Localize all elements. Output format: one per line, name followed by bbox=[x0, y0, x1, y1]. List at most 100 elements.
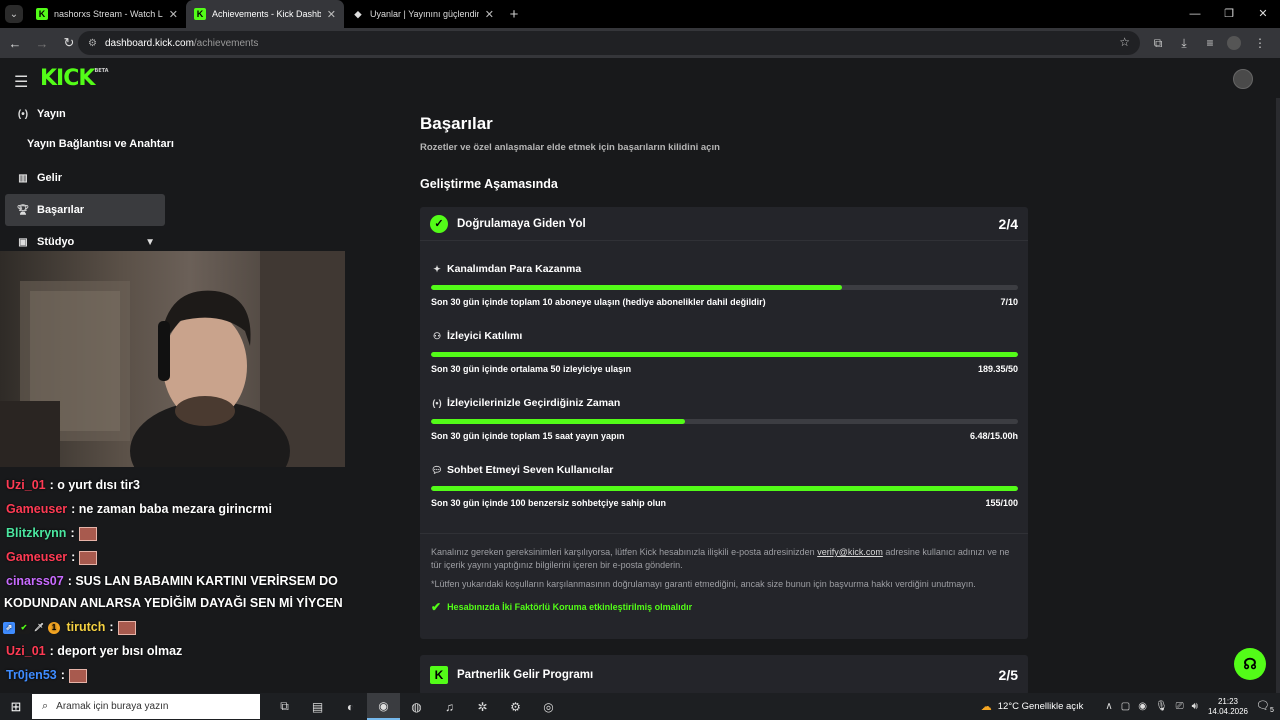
taskbar-search-input[interactable]: ⌕ Aramak için buraya yazın bbox=[32, 694, 260, 719]
chat-username: Gameuser bbox=[6, 502, 68, 516]
tab-uyanlar[interactable]: ◆ Uyanlar | Yayınını güçlendirmek ✕ bbox=[344, 0, 502, 28]
download-icon[interactable]: ⤓ bbox=[1172, 36, 1196, 51]
kick-favicon-icon: K bbox=[194, 8, 206, 20]
clock-date: 14.04.2026 bbox=[1207, 706, 1248, 716]
extensions-icon[interactable]: ⧉ bbox=[1146, 36, 1170, 51]
card-header[interactable]: ✓ Doğrulamaya Giden Yol 2/4 bbox=[420, 207, 1028, 241]
profile-avatar[interactable] bbox=[1227, 36, 1241, 50]
sidebar-item-label: Yayın bbox=[37, 108, 66, 120]
signal-icon: (•) bbox=[432, 398, 442, 408]
badge-icon: ⇗ bbox=[3, 621, 15, 634]
close-icon[interactable]: ✕ bbox=[485, 8, 494, 21]
clock[interactable]: 21:23 14.04.2026 bbox=[1208, 697, 1248, 717]
goal-monetization: ✦ Kanalımdan Para Kazanma Son 30 gün için… bbox=[431, 263, 1018, 307]
tab-achievements[interactable]: K Achievements - Kick Dashboard ✕ bbox=[186, 0, 344, 28]
obs-icon[interactable]: ◎ bbox=[532, 693, 565, 720]
file-manager-icon[interactable]: ▤ bbox=[301, 693, 334, 720]
chat-text: : deport yer bısı olmaz bbox=[49, 644, 183, 658]
goal-progress-fill bbox=[431, 486, 1018, 491]
back-icon[interactable]: ← bbox=[3, 36, 27, 51]
task-view-icon[interactable]: ⧉ bbox=[268, 693, 301, 720]
app-icon[interactable]: ✲ bbox=[466, 693, 499, 720]
restore-icon[interactable]: ❐ bbox=[1212, 0, 1246, 28]
chat-text: KODUNDAN ANLARSA YEDİĞİM DAYAĞI SEN Mİ Y… bbox=[4, 596, 343, 610]
windows-taskbar: ⊞ ⌕ Aramak için buraya yazın ⧉ ▤ ◐ ◉ ◍ ♫… bbox=[0, 693, 1280, 720]
chat-message: cinarss07: SUS LAN BABAMIN KARTINI VERİR… bbox=[6, 574, 338, 588]
chevron-down-icon: ⌄ bbox=[5, 5, 23, 23]
chrome-icon[interactable]: ◉ bbox=[367, 693, 400, 720]
app-icon[interactable]: ◐ bbox=[334, 693, 367, 720]
goal-progress-fill bbox=[431, 285, 842, 290]
close-window-icon[interactable]: ✕ bbox=[1246, 0, 1280, 28]
two-factor-requirement: ✔ Hesabınızda İki Faktörlü Koruma etkinle… bbox=[431, 600, 1017, 614]
trophy-icon: 🏆︎ bbox=[16, 204, 30, 216]
close-icon[interactable]: ✕ bbox=[327, 8, 336, 21]
chat-username: cinarss07 bbox=[6, 574, 64, 588]
streamer-webcam-image bbox=[0, 251, 345, 467]
speaker-icon[interactable]: 🔊︎ bbox=[1192, 701, 1198, 712]
emote-icon bbox=[117, 620, 136, 635]
verification-card: ✓ Doğrulamaya Giden Yol 2/4 ✦ Kanalımdan … bbox=[420, 207, 1028, 639]
card-footer: Kanalınız gereken gereksinimleri karşılı… bbox=[420, 533, 1028, 614]
sidebar-item-stream-key[interactable]: Yayın Bağlantısı ve Anahtarı bbox=[27, 138, 174, 150]
site-info-icon[interactable]: ⚙ bbox=[88, 38, 97, 49]
forward-icon[interactable]: → bbox=[30, 36, 54, 51]
search-placeholder: Aramak için buraya yazın bbox=[56, 701, 169, 712]
app-tray-icon[interactable]: ▢ bbox=[1121, 701, 1130, 712]
goal-progress-bar bbox=[431, 285, 1018, 290]
goal-progress-fill bbox=[431, 352, 1018, 357]
chart-icon: ▥ bbox=[18, 172, 28, 184]
url-field[interactable]: ⚙ dashboard.kick.com/achievements ☆ bbox=[78, 31, 1140, 55]
media-icon[interactable]: ≡ bbox=[1198, 36, 1222, 50]
support-headset-icon[interactable]: ☊ bbox=[1234, 648, 1266, 680]
microphone-icon[interactable]: 🎙︎ bbox=[1155, 701, 1168, 712]
goal-title: İzleyici Katılımı bbox=[447, 330, 523, 342]
chat-message: Gameuser: ne zaman baba mezara girincrmi bbox=[6, 502, 272, 516]
card-progress-count: 2/5 bbox=[998, 667, 1018, 683]
tab-nashorxs-stream[interactable]: K nashorxs Stream - Watch Live o ✕ bbox=[28, 0, 186, 28]
close-icon[interactable]: ✕ bbox=[169, 8, 178, 21]
steam-icon[interactable]: ⚙ bbox=[499, 693, 532, 720]
weather-widget[interactable]: ☁ 12°C Genellikle açık bbox=[981, 700, 1084, 713]
tab-title: nashorxs Stream - Watch Live o bbox=[54, 9, 163, 19]
logo-text: KICK bbox=[40, 66, 95, 91]
disclaimer-note: *Lütfen yukarıdaki koşulların karşılanma… bbox=[431, 579, 976, 589]
chat-username: Blitzkrynn bbox=[6, 526, 67, 540]
user-avatar[interactable] bbox=[1233, 69, 1253, 89]
verified-badge-icon: ✔ bbox=[18, 621, 30, 634]
goal-title: Sohbet Etmeyi Seven Kullanıcılar bbox=[447, 464, 614, 476]
kick-logo-icon: K bbox=[430, 666, 448, 684]
verify-email-link[interactable]: verify@kick.com bbox=[817, 547, 883, 557]
sidebar-item-basarilar[interactable]: 🏆︎ Başarılar bbox=[5, 194, 165, 226]
discord-icon[interactable]: ◍ bbox=[400, 693, 433, 720]
goal-value: 155/100 bbox=[985, 498, 1018, 508]
bookmark-star-icon[interactable]: ☆ bbox=[1119, 35, 1130, 49]
chat-text: : SUS LAN BABAMIN KARTINI VERİRSEM DO bbox=[67, 574, 338, 588]
goal-value: 6.48/15.00h bbox=[969, 431, 1018, 441]
kick-logo[interactable]: KICKBETA bbox=[40, 66, 109, 91]
network-icon[interactable]: ⎚ bbox=[1176, 701, 1184, 712]
partner-card[interactable]: K Partnerlik Gelir Programı 2/5 bbox=[420, 655, 1028, 695]
chat-text: : bbox=[70, 526, 75, 540]
menu-icon[interactable]: ☰ bbox=[14, 72, 28, 92]
chat-text: : bbox=[71, 550, 76, 564]
chevron-up-icon[interactable]: ∧ bbox=[1105, 701, 1112, 712]
goal-title: Kanalımdan Para Kazanma bbox=[447, 263, 582, 275]
notification-icon[interactable]: 🗨︎5 bbox=[1256, 699, 1274, 714]
weather-icon: ☁ bbox=[980, 701, 992, 713]
spotify-icon[interactable]: ♫ bbox=[433, 693, 466, 720]
page-scrollbar[interactable] bbox=[1276, 98, 1280, 694]
sidebar-item-yayin[interactable]: (•) Yayın bbox=[5, 98, 165, 130]
tab-search-button[interactable]: ⌄ bbox=[0, 0, 28, 28]
system-tray: ☁ 12°C Genellikle açık ∧ ▢ ◉ 🎙︎ ⎚ 🔊︎ 21:2… bbox=[981, 693, 1280, 720]
note-text: Kanalınız gereken gereksinimleri karşılı… bbox=[431, 547, 818, 557]
sidebar-item-gelir[interactable]: ▥ Gelir bbox=[5, 162, 165, 194]
new-tab-button[interactable]: + bbox=[502, 6, 526, 23]
chat-message: Tr0jen53: bbox=[6, 668, 87, 683]
more-menu-icon[interactable]: ⋮ bbox=[1248, 36, 1272, 50]
verification-note: Kanalınız gereken gereksinimleri karşılı… bbox=[431, 546, 1017, 572]
minimize-icon[interactable]: — bbox=[1178, 0, 1212, 28]
eye-icon[interactable]: ◉ bbox=[1138, 701, 1147, 712]
windows-start-icon[interactable]: ⊞ bbox=[0, 699, 32, 715]
chat-message: Uzi_01: deport yer bısı olmaz bbox=[6, 644, 182, 658]
